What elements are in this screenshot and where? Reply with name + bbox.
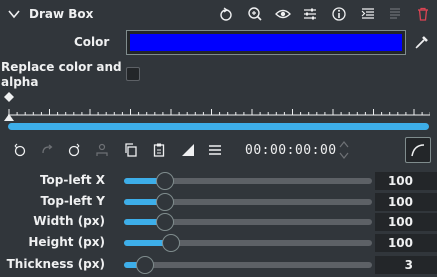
keyframe-curve-button[interactable] bbox=[405, 137, 431, 163]
timecode-spinner[interactable] bbox=[338, 139, 350, 161]
info-icon[interactable] bbox=[331, 6, 347, 22]
param-label: Thickness (px) bbox=[6, 257, 105, 271]
slider-handle[interactable] bbox=[162, 234, 181, 252]
replace-color-label: Replace color and alpha bbox=[1, 60, 122, 90]
playhead-icon[interactable] bbox=[3, 110, 15, 121]
redo-icon bbox=[39, 142, 55, 158]
slider-fill bbox=[124, 240, 167, 246]
param-slider[interactable] bbox=[124, 193, 372, 211]
param-slider[interactable] bbox=[124, 234, 372, 252]
color-label: Color bbox=[74, 35, 110, 49]
param-slider[interactable] bbox=[124, 172, 372, 190]
param-label: Top-left X bbox=[39, 173, 105, 187]
person-icon bbox=[94, 142, 110, 158]
reset-icon[interactable] bbox=[218, 6, 234, 22]
curve-icon bbox=[411, 144, 425, 157]
slider-fill bbox=[124, 199, 160, 205]
param-value-field[interactable]: 100 bbox=[375, 213, 437, 231]
param-label: Height (px) bbox=[28, 235, 105, 249]
param-slider[interactable] bbox=[124, 256, 372, 274]
replace-color-checkbox[interactable] bbox=[126, 67, 140, 81]
list-icon[interactable] bbox=[360, 6, 376, 22]
color-field[interactable] bbox=[126, 30, 406, 55]
param-slider[interactable] bbox=[124, 213, 372, 231]
replace-color-label-line1: Replace color and bbox=[1, 60, 122, 74]
ramp-icon[interactable] bbox=[180, 142, 196, 158]
chevron-down-icon[interactable] bbox=[6, 6, 22, 22]
slider-fill bbox=[124, 178, 160, 184]
slider-handle[interactable] bbox=[136, 256, 154, 274]
param-value-field[interactable]: 3 bbox=[375, 256, 437, 274]
slider-handle[interactable] bbox=[155, 213, 174, 231]
keyframe-marker-icon[interactable] bbox=[3, 91, 15, 103]
param-value-field[interactable]: 100 bbox=[375, 172, 437, 190]
param-label: Top-left Y bbox=[40, 194, 105, 208]
slider-handle[interactable] bbox=[155, 193, 174, 211]
replace-color-label-line2: alpha bbox=[1, 75, 39, 89]
paste-icon[interactable] bbox=[151, 142, 167, 158]
eye-icon[interactable] bbox=[275, 6, 291, 22]
slider-fill bbox=[124, 219, 160, 225]
timecode-display[interactable]: 00:00:00:00 bbox=[245, 143, 337, 158]
param-value-field[interactable]: 100 bbox=[375, 234, 437, 252]
color-swatch bbox=[130, 34, 402, 51]
trash-icon[interactable] bbox=[415, 6, 431, 22]
add-keyframe-icon[interactable] bbox=[12, 142, 28, 158]
keyframe-ruler[interactable] bbox=[8, 104, 430, 116]
copy-icon[interactable] bbox=[123, 142, 139, 158]
timeline-progress-bar[interactable] bbox=[8, 123, 429, 130]
sliders-icon[interactable] bbox=[302, 6, 318, 22]
slider-handle[interactable] bbox=[155, 172, 174, 190]
effect-title: Draw Box bbox=[29, 7, 94, 21]
zoom-icon[interactable] bbox=[247, 6, 263, 22]
disabled-icon bbox=[387, 6, 403, 22]
color-picker-icon[interactable] bbox=[414, 34, 430, 50]
next-keyframe-icon[interactable] bbox=[66, 142, 82, 158]
param-label: Width (px) bbox=[33, 214, 105, 228]
hamburger-menu-icon[interactable] bbox=[207, 142, 223, 158]
param-value-field[interactable]: 100 bbox=[375, 193, 437, 211]
